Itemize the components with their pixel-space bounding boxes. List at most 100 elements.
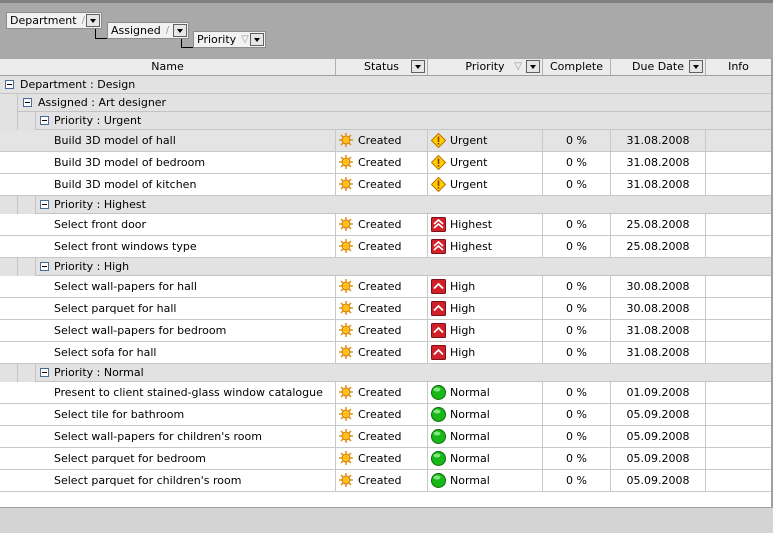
status-cell: Created: [336, 174, 428, 195]
column-header-due-date[interactable]: Due Date: [611, 59, 706, 75]
priority-cell: Urgent: [428, 130, 543, 151]
column-header-info[interactable]: Info: [706, 59, 771, 75]
double-arrow-up-icon: [431, 239, 446, 254]
priority-text: High: [450, 302, 476, 315]
chevron-down-icon[interactable]: [86, 14, 100, 27]
table-row[interactable]: Select wall-papers for bedroom Created H…: [0, 320, 773, 342]
group-chip-priority[interactable]: Priority ▽: [193, 31, 266, 48]
collapse-icon[interactable]: [23, 98, 32, 107]
table-row[interactable]: Select tile for bathroom Created Normal …: [0, 404, 773, 426]
priority-text: Highest: [450, 240, 493, 253]
warning-diamond-icon: [431, 177, 446, 192]
column-header-complete[interactable]: Complete: [543, 59, 611, 75]
status-cell: Created: [336, 426, 428, 447]
priority-text: Urgent: [450, 156, 488, 169]
footer-bar: [0, 507, 773, 533]
complete-cell: 0 %: [543, 236, 611, 257]
priority-cell: High: [428, 276, 543, 297]
complete-cell: 0 %: [543, 276, 611, 297]
table-row[interactable]: Select front door Created Highest 0 % 25…: [0, 214, 773, 236]
complete-cell: 0 %: [543, 298, 611, 319]
table-row[interactable]: Select parquet for hall Created High 0 %…: [0, 298, 773, 320]
collapse-icon[interactable]: [40, 200, 49, 209]
group-chip-department[interactable]: Department /: [6, 12, 102, 29]
sun-icon: [339, 133, 353, 147]
column-header-status[interactable]: Status: [336, 59, 428, 75]
group-chip-assigned[interactable]: Assigned /: [107, 22, 189, 39]
chevron-down-icon[interactable]: [173, 24, 187, 37]
priority-cell: High: [428, 320, 543, 341]
group-chip-label: Assigned: [111, 24, 161, 37]
table-row[interactable]: Select wall-papers for hall Created High…: [0, 276, 773, 298]
status-text: Created: [358, 240, 402, 253]
sun-icon: [339, 217, 353, 231]
table-row[interactable]: Select parquet for children's room Creat…: [0, 470, 773, 492]
task-name: Select front windows type: [53, 236, 336, 257]
status-cell: Created: [336, 276, 428, 297]
group-by-panel[interactable]: Department / Assigned / Priority ▽: [0, 3, 773, 59]
priority-cell: High: [428, 342, 543, 363]
green-circle-icon: [431, 429, 446, 444]
collapse-icon[interactable]: [5, 80, 14, 89]
due-date-cell: 05.09.2008: [611, 470, 706, 491]
priority-text: High: [450, 324, 476, 337]
due-date-cell: 30.08.2008: [611, 276, 706, 297]
chevron-down-icon[interactable]: [411, 60, 425, 73]
group-row-label: Assigned : Art designer: [38, 96, 167, 109]
due-date-cell: 01.09.2008: [611, 382, 706, 403]
status-cell: Created: [336, 448, 428, 469]
group-row-priority-urgent[interactable]: Priority : Urgent: [36, 112, 773, 130]
group-row-label: Priority : High: [54, 260, 130, 273]
info-cell: [706, 214, 773, 235]
sort-descending-icon: ▽: [514, 61, 522, 72]
column-header-label: Status: [363, 60, 400, 73]
collapse-icon[interactable]: [40, 368, 49, 377]
task-name: Select parquet for children's room: [53, 470, 336, 491]
group-row-priority-high[interactable]: Priority : High: [36, 258, 773, 276]
column-header-name[interactable]: Name: [0, 59, 336, 75]
sort-ascending-icon: /: [165, 25, 170, 36]
due-date-cell: 05.09.2008: [611, 426, 706, 447]
task-name: Select wall-papers for bedroom: [53, 320, 336, 341]
status-text: Created: [358, 280, 402, 293]
due-date-cell: 31.08.2008: [611, 320, 706, 341]
group-row-department[interactable]: Department : Design: [0, 76, 773, 94]
group-row-priority-normal[interactable]: Priority : Normal: [36, 364, 773, 382]
group-row-priority-highest[interactable]: Priority : Highest: [36, 196, 773, 214]
table-row[interactable]: Select sofa for hall Created High 0 % 31…: [0, 342, 773, 364]
green-circle-icon: [431, 451, 446, 466]
info-cell: [706, 382, 773, 403]
task-grid: Department : Design Assigned : Art desig…: [0, 76, 773, 492]
table-row[interactable]: Build 3D model of bedroom Created Urgent…: [0, 152, 773, 174]
task-name: Select parquet for bedroom: [53, 448, 336, 469]
chevron-down-icon[interactable]: [250, 33, 264, 46]
priority-cell: Highest: [428, 214, 543, 235]
chevron-down-icon[interactable]: [526, 60, 540, 73]
column-header-label: Name: [151, 60, 184, 73]
table-row[interactable]: Build 3D model of hall Created Urgent 0 …: [0, 130, 773, 152]
priority-text: Highest: [450, 218, 493, 231]
status-cell: Created: [336, 298, 428, 319]
table-row[interactable]: Select front windows type Created Highes…: [0, 236, 773, 258]
group-row-assigned[interactable]: Assigned : Art designer: [18, 94, 773, 112]
sun-icon: [339, 385, 353, 399]
priority-cell: Normal: [428, 426, 543, 447]
table-row[interactable]: Present to client stained-glass window c…: [0, 382, 773, 404]
collapse-icon[interactable]: [40, 116, 49, 125]
status-cell: Created: [336, 470, 428, 491]
priority-cell: Normal: [428, 404, 543, 425]
status-cell: Created: [336, 130, 428, 151]
info-cell: [706, 152, 773, 173]
due-date-cell: 30.08.2008: [611, 298, 706, 319]
table-row[interactable]: Build 3D model of kitchen Created Urgent…: [0, 174, 773, 196]
green-circle-icon: [431, 385, 446, 400]
chevron-down-icon[interactable]: [689, 60, 703, 73]
table-row[interactable]: Select wall-papers for children's room C…: [0, 426, 773, 448]
collapse-icon[interactable]: [40, 262, 49, 271]
table-row[interactable]: Select parquet for bedroom Created Norma…: [0, 448, 773, 470]
due-date-cell: 31.08.2008: [611, 174, 706, 195]
column-header-row: Name Status Priority ▽ Complete Due Date …: [0, 59, 773, 76]
complete-cell: 0 %: [543, 214, 611, 235]
task-name: Select front door: [53, 214, 336, 235]
column-header-priority[interactable]: Priority ▽: [428, 59, 543, 75]
